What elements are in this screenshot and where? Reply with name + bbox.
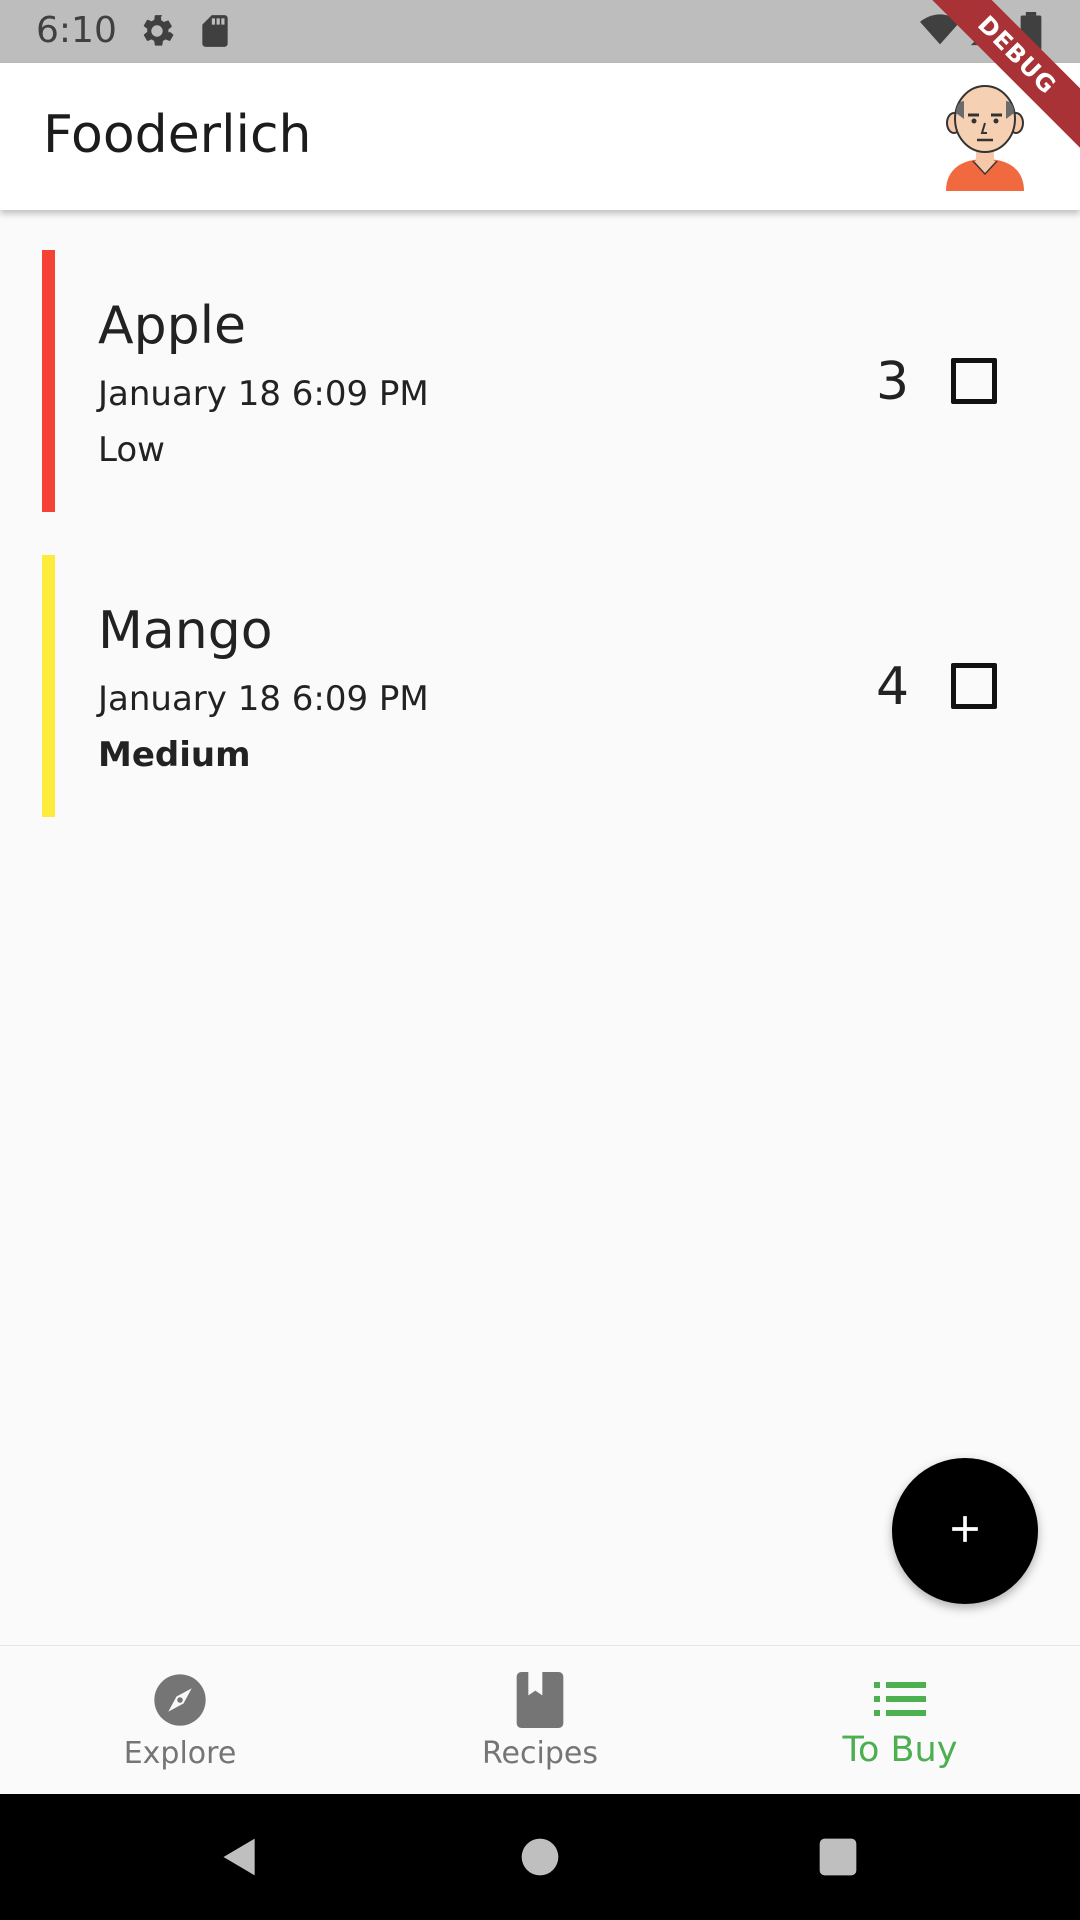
item-checkbox[interactable] — [951, 663, 997, 709]
list-icon — [874, 1682, 926, 1721]
bottom-navigation: Explore Recipes To Buy — [0, 1645, 1080, 1794]
tab-recipes[interactable]: Recipes — [360, 1646, 720, 1795]
item-date: January 18 6:09 PM — [98, 374, 429, 414]
item-importance: Low — [98, 430, 165, 470]
tab-explore[interactable]: Explore — [0, 1646, 360, 1795]
app-bar: Fooderlich — [0, 63, 1080, 210]
item-name: Apple — [98, 296, 247, 356]
recents-icon[interactable] — [798, 1794, 878, 1920]
tab-to-buy[interactable]: To Buy — [720, 1646, 1080, 1795]
add-item-button[interactable] — [892, 1458, 1038, 1604]
app-title: Fooderlich — [43, 105, 312, 165]
compass-icon — [152, 1672, 208, 1733]
item-importance: Medium — [98, 735, 251, 775]
item-date: January 18 6:09 PM — [98, 679, 429, 719]
status-time: 6:10 — [36, 10, 117, 51]
item-name: Mango — [98, 601, 273, 661]
tab-recipes-label: Recipes — [482, 1736, 598, 1771]
home-icon[interactable] — [500, 1794, 580, 1920]
add-icon — [943, 1507, 987, 1556]
system-navigation-bar — [0, 1794, 1080, 1920]
item-checkbox[interactable] — [951, 358, 997, 404]
status-bar: 6:10 — [0, 0, 1080, 63]
grocery-list: Apple January 18 6:09 PM Low 3 Mango Jan… — [0, 250, 1080, 860]
back-icon[interactable] — [200, 1794, 280, 1920]
item-quantity: 3 — [876, 352, 910, 412]
tab-explore-label: Explore — [123, 1736, 237, 1771]
importance-color-bar — [42, 555, 55, 817]
item-quantity: 4 — [876, 657, 910, 717]
gear-icon — [138, 12, 176, 50]
grocery-item-mango[interactable]: Mango January 18 6:09 PM Medium 4 — [0, 555, 1080, 817]
screen: 6:10 DEBUG Fooderlich Apple January 18 6… — [0, 0, 1080, 1920]
tab-to-buy-label: To Buy — [842, 1730, 958, 1770]
grocery-item-apple[interactable]: Apple January 18 6:09 PM Low 3 — [0, 250, 1080, 512]
book-icon — [516, 1672, 564, 1733]
importance-color-bar — [42, 250, 55, 512]
profile-avatar[interactable] — [940, 83, 1030, 191]
sd-card-icon — [196, 12, 234, 50]
